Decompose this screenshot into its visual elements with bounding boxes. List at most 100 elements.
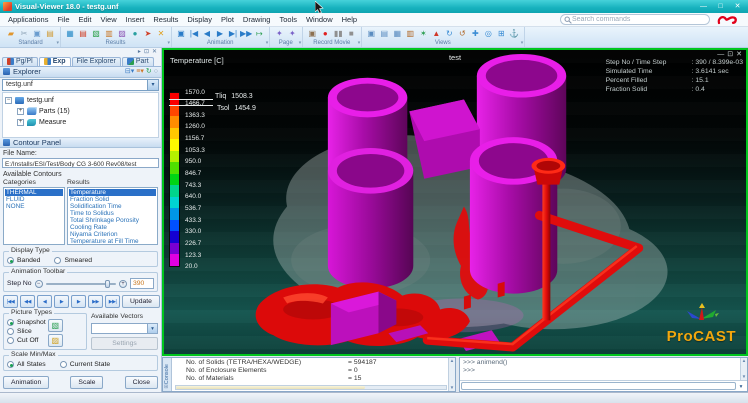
menu-item[interactable]: Applications xyxy=(4,14,52,25)
play-icon[interactable]: ▶ xyxy=(54,295,69,308)
horizontal-scrollbar[interactable] xyxy=(175,385,447,390)
export-animation-icon[interactable]: ↦ xyxy=(253,28,265,39)
action-button[interactable]: Animation xyxy=(3,376,49,389)
result-item[interactable]: Fraction Solid xyxy=(69,196,156,203)
close-icon[interactable]: ✕ xyxy=(736,50,742,59)
new-window-icon[interactable]: ▣ xyxy=(365,28,377,39)
vertical-scrollbar[interactable]: ▲▼ xyxy=(448,358,455,391)
float-icon[interactable]: ⊡ xyxy=(144,48,149,56)
next-page-icon[interactable]: ✦ xyxy=(286,28,298,39)
refresh-icon[interactable]: ↻ xyxy=(146,67,152,77)
tab-part[interactable]: Part xyxy=(122,57,154,66)
close-icon[interactable]: ✕ xyxy=(730,2,745,12)
slider-thumb[interactable] xyxy=(105,280,110,288)
3d-viewport[interactable]: test —⊡✕ xyxy=(162,48,748,356)
tree-item-root[interactable]: − testg.unf xyxy=(5,95,156,106)
picture-type-radio[interactable]: Slice xyxy=(7,328,46,335)
maximize-icon[interactable]: □ xyxy=(713,2,728,12)
menu-item[interactable]: Insert xyxy=(122,14,149,25)
minimize-icon[interactable]: — xyxy=(717,50,724,59)
overflow-icon[interactable]: ▾ xyxy=(266,41,269,46)
menu-item[interactable]: Edit xyxy=(75,14,96,25)
expand-icon[interactable]: + xyxy=(17,119,24,126)
vector-icon[interactable]: ➤ xyxy=(142,28,154,39)
print-icon[interactable]: ▥ xyxy=(404,28,416,39)
tab-file-explorer[interactable]: File Explorer xyxy=(72,57,121,66)
slice-image-icon[interactable]: ▧ xyxy=(48,319,63,332)
overflow-icon[interactable]: ▾ xyxy=(521,41,524,46)
scale-option-radio[interactable]: All States xyxy=(7,361,46,368)
close-icon[interactable]: ✕ xyxy=(152,48,157,56)
pan-view-icon[interactable]: ✚ xyxy=(469,28,481,39)
scroll-up-icon[interactable]: ▲ xyxy=(450,358,454,364)
sort-icon[interactable]: ≡▾ xyxy=(136,67,144,77)
scale-option-radio[interactable]: Current State xyxy=(60,361,110,368)
category-item[interactable]: FLUID xyxy=(5,196,63,203)
last-frame-icon[interactable]: ▶▶ xyxy=(240,28,252,39)
prev-frame-icon[interactable]: ◀ xyxy=(201,28,213,39)
globe-icon[interactable]: ● xyxy=(129,28,141,39)
result-item[interactable]: Solidification Time xyxy=(69,203,156,210)
collapse-icon[interactable]: − xyxy=(5,97,12,104)
menu-item[interactable]: Results xyxy=(149,14,182,25)
step-forward-icon[interactable]: ▶ xyxy=(71,295,86,308)
result-item[interactable]: Niyama Criterion xyxy=(69,231,156,238)
first-step-icon[interactable]: |◀◀ xyxy=(3,295,18,308)
menu-item[interactable]: File xyxy=(53,14,73,25)
vertical-scrollbar[interactable]: ▲▼ xyxy=(740,358,747,380)
display-type-radio[interactable]: Smeared xyxy=(54,257,92,264)
vectors-combobox[interactable]: ▾ xyxy=(91,323,158,334)
console-input[interactable] xyxy=(461,382,736,390)
step-increment-icon[interactable]: + xyxy=(119,280,127,288)
action-button[interactable]: Scale xyxy=(70,376,103,389)
category-item[interactable]: THERMAL xyxy=(5,189,63,196)
result-item[interactable]: Cooling Rate xyxy=(69,224,156,231)
expand-icon[interactable]: + xyxy=(17,108,24,115)
rotate-view-icon[interactable]: ↻ xyxy=(443,28,455,39)
update-button[interactable]: Update xyxy=(122,295,160,308)
report-icon[interactable]: ▥ xyxy=(103,28,115,39)
step-decrement-icon[interactable]: − xyxy=(35,280,43,288)
result-item[interactable]: Temperature at Fill Time xyxy=(69,238,156,245)
copy-icon[interactable]: ▣ xyxy=(31,28,43,39)
menu-item[interactable]: Drawing xyxy=(239,14,275,25)
model-file-combobox[interactable]: testg.unf ▾ xyxy=(2,79,159,91)
scrollbar-thumb[interactable] xyxy=(176,386,365,389)
axis-icon[interactable]: ✶ xyxy=(417,28,429,39)
sync-icon[interactable]: ○ xyxy=(154,67,158,77)
play-icon[interactable]: ▶ xyxy=(214,28,226,39)
minimize-icon[interactable]: — xyxy=(696,2,711,12)
cascade-icon[interactable]: ▤ xyxy=(378,28,390,39)
overflow-icon[interactable]: ▾ xyxy=(358,41,361,46)
dock-icon[interactable]: ⊞ xyxy=(164,384,168,390)
spectrum-icon[interactable]: ▧ xyxy=(90,28,102,39)
step-back-icon[interactable]: ◀ xyxy=(37,295,52,308)
picture-type-radio[interactable]: Snapshot xyxy=(7,319,46,326)
paste-icon[interactable]: ▤ xyxy=(44,28,56,39)
search-box[interactable] xyxy=(560,14,710,25)
result-item[interactable]: Total Shrinkage Porosity xyxy=(69,217,156,224)
probe-icon[interactable]: ✕ xyxy=(155,28,167,39)
chevron-down-icon[interactable]: ▾ xyxy=(736,382,746,390)
filter-icon[interactable]: ⊟▾ xyxy=(125,67,134,77)
animation-setup-icon[interactable]: ▣ xyxy=(175,28,187,39)
file-name-field[interactable]: E:/Installs/ESI/Test/Body CG 3-600 Rev08… xyxy=(2,158,159,168)
cutoff-image-icon[interactable]: ▨ xyxy=(48,334,63,347)
fast-forward-icon[interactable]: ▶▶ xyxy=(88,295,103,308)
first-frame-icon[interactable]: |◀ xyxy=(188,28,200,39)
zoom-area-icon[interactable]: ◎ xyxy=(482,28,494,39)
tab-pgpl[interactable]: Pg/Pl xyxy=(2,57,38,66)
overflow-icon[interactable]: ▾ xyxy=(56,41,59,46)
record-icon[interactable]: ● xyxy=(319,28,331,39)
settings-button[interactable]: Settings xyxy=(91,337,158,350)
last-step-icon[interactable]: ▶▶| xyxy=(105,295,120,308)
fit-view-icon[interactable]: ⊞ xyxy=(495,28,507,39)
anchor-view-icon[interactable]: ⚓ xyxy=(508,28,520,39)
display-type-radio[interactable]: Banded xyxy=(7,257,40,264)
step-no-field[interactable]: 390 xyxy=(130,278,154,289)
tab-exp[interactable]: Exp xyxy=(39,57,71,66)
tree-item-parts[interactable]: + Parts (15) xyxy=(5,106,156,117)
cut-icon[interactable]: ✂ xyxy=(18,28,30,39)
tile-icon[interactable]: ▦ xyxy=(391,28,403,39)
menu-item[interactable]: Help xyxy=(338,14,361,25)
